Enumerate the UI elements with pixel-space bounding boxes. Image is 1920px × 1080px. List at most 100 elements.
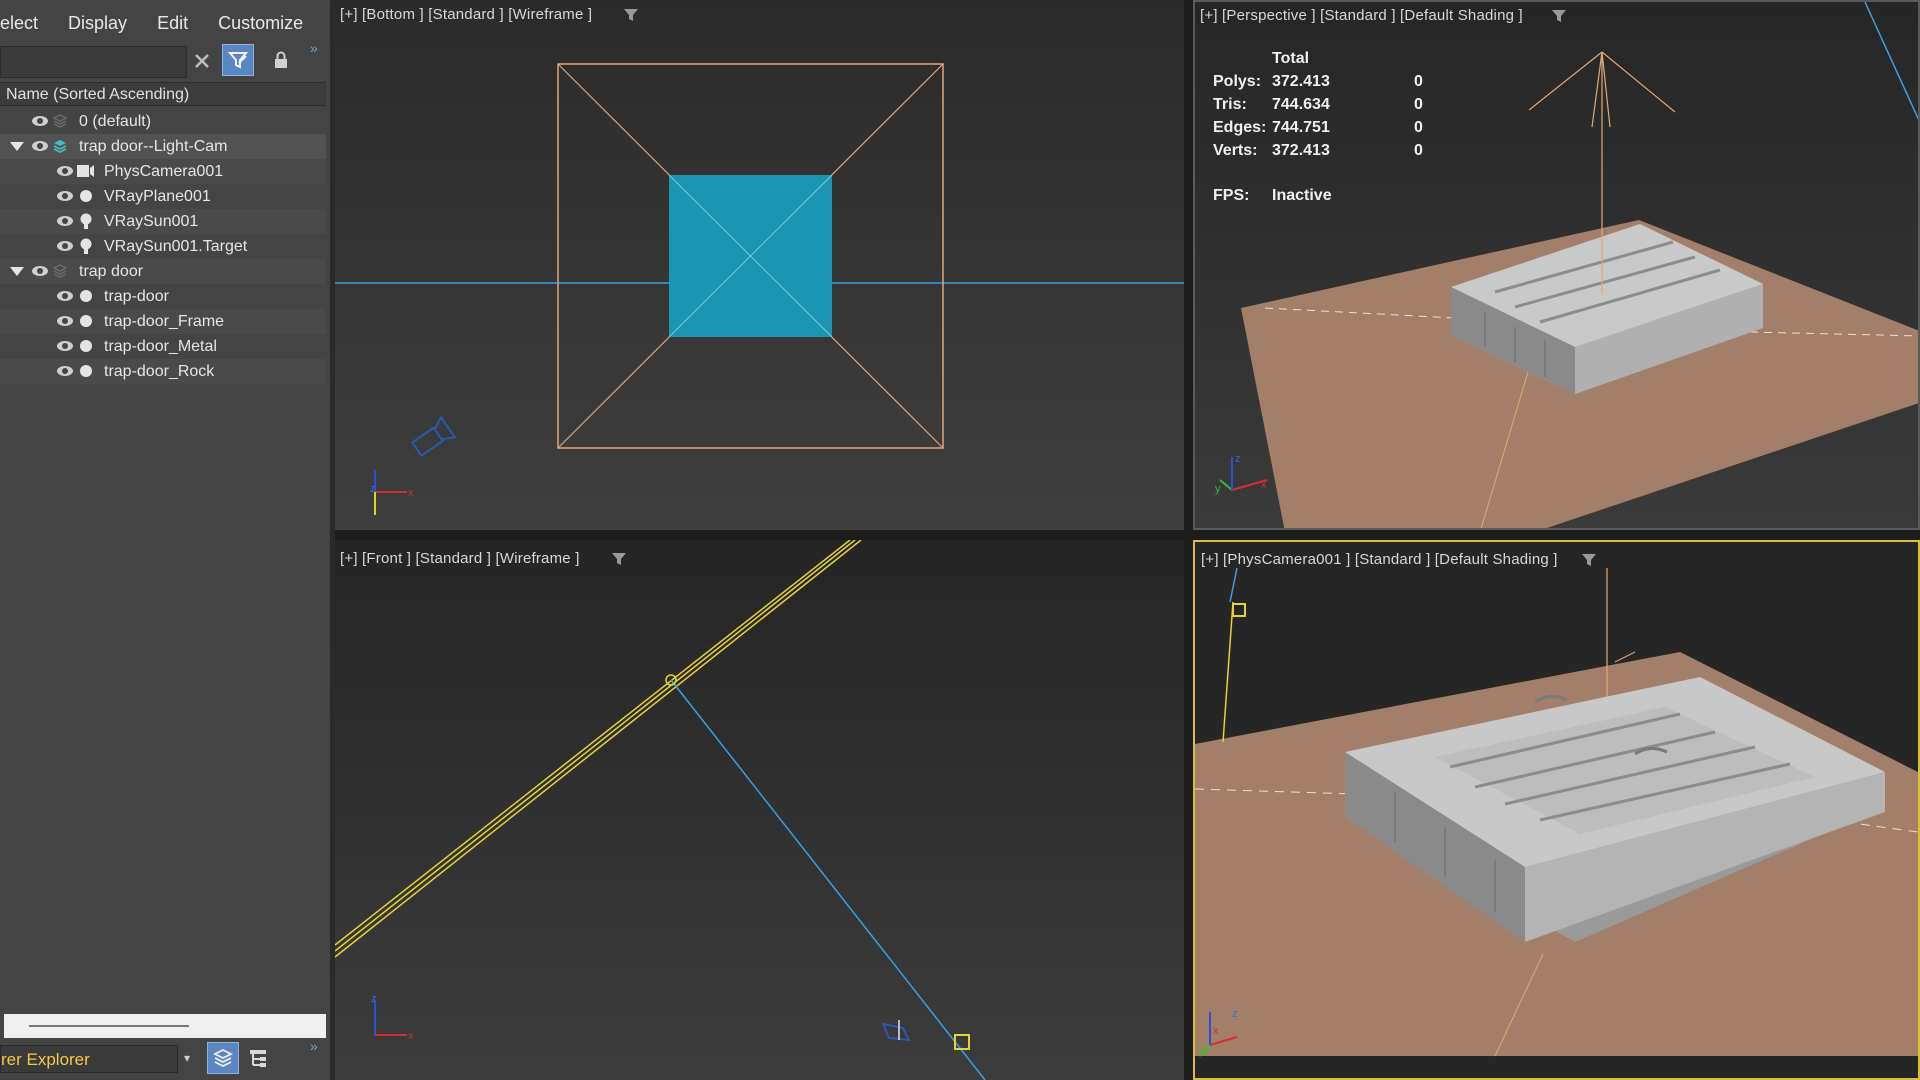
layers-icon[interactable]	[207, 1042, 239, 1074]
stats-total: 372.413	[1272, 73, 1330, 90]
geometry-icon	[80, 290, 92, 302]
scrollbar-thumb[interactable]	[29, 1025, 189, 1027]
viewport-camera[interactable]: z x y [+] [PhysCamera001 ] [Standard ] […	[1193, 540, 1920, 1080]
menu-item-display[interactable]: Display	[68, 13, 127, 34]
viewport-label[interactable]: [+] [Front ] [Standard ] [Wireframe ]	[340, 550, 580, 567]
axis-label-y: y	[1199, 1045, 1205, 1057]
lock-icon[interactable]	[265, 44, 297, 76]
menu-item-customize[interactable]: Customize	[218, 13, 303, 34]
viewport-label[interactable]: [+] [Bottom ] [Standard ] [Wireframe ]	[340, 6, 592, 23]
hierarchy-icon[interactable]	[242, 1042, 274, 1074]
viewport-bottom[interactable]: z x [+] [Bottom ] [Standard ] [Wireframe…	[335, 0, 1184, 530]
menu-item-edit[interactable]: Edit	[157, 13, 188, 34]
eye-icon[interactable]	[57, 191, 73, 201]
axis-label-x: x	[408, 487, 414, 499]
expand-icon[interactable]: »	[310, 40, 318, 56]
tree-row-vrayplane[interactable]: VRayPlane001	[0, 184, 326, 209]
close-icon[interactable]	[186, 45, 218, 77]
viewport-splitter-vertical[interactable]	[1184, 0, 1193, 1080]
tree-row-trap-door[interactable]: trap-door	[0, 284, 326, 309]
tree-row-label: trap door	[79, 263, 144, 280]
chevron-down-icon[interactable]: ▾	[184, 1051, 190, 1065]
tree-row-label: trap-door	[104, 288, 169, 305]
tree-row-label: PhysCamera001	[104, 163, 224, 180]
eye-icon[interactable]	[32, 266, 48, 276]
axis-label-z: z	[1232, 1008, 1238, 1020]
filter-icon[interactable]	[222, 44, 254, 76]
axis-label-z: z	[370, 483, 376, 495]
filter-funnel-icon[interactable]	[1581, 552, 1597, 568]
tree-row-label: trap-door_Rock	[104, 363, 215, 380]
eye-icon[interactable]	[57, 366, 73, 376]
stats-total: 744.634	[1272, 96, 1330, 113]
viewport-camera-canvas: z x y	[1195, 567, 1918, 1057]
eye-icon[interactable]	[57, 241, 73, 251]
expand-triangle-icon[interactable]	[10, 267, 24, 276]
menu-bar: elect Display Edit Customize	[0, 0, 330, 46]
stats-total: 372.413	[1272, 142, 1330, 159]
stats-label: Polys:	[1213, 73, 1262, 90]
stats-label: Edges:	[1213, 119, 1267, 136]
stats-header: Total	[1272, 50, 1310, 67]
tree-row-trap-door-rock[interactable]: trap-door_Rock	[0, 359, 326, 384]
axis-label-x: x	[408, 1030, 414, 1042]
search-input[interactable]	[0, 46, 187, 78]
filter-funnel-icon[interactable]	[611, 551, 627, 567]
tree-row-vraysun[interactable]: VRaySun001	[0, 209, 326, 234]
tree-row-layer-default[interactable]: 0 (default)	[0, 109, 326, 134]
tree-row-label: trap-door_Frame	[104, 313, 225, 330]
viewport-front[interactable]: z x [+] [Front ] [Standard ] [Wireframe …	[335, 540, 1184, 1080]
stats-selected: 0	[1414, 73, 1423, 90]
filter-funnel-icon[interactable]	[1551, 8, 1567, 24]
tree-row-trap-door-metal[interactable]: trap-door_Metal	[0, 334, 326, 359]
viewport-label[interactable]: [+] [PhysCamera001 ] [Standard ] [Defaul…	[1201, 551, 1558, 568]
viewport-front-canvas: z x	[335, 540, 986, 1080]
expand-triangle-icon[interactable]	[10, 142, 24, 151]
tree-row-label: trap-door_Metal	[104, 338, 217, 355]
viewport-perspective[interactable]: z x y [+] [Perspective ] [Standard ] [De…	[1193, 0, 1920, 530]
eye-icon[interactable]	[32, 141, 48, 151]
axis-label-z: z	[371, 993, 377, 1005]
light-bulb-icon	[80, 213, 92, 229]
tree-row-vraysun-target[interactable]: VRaySun001.Target	[0, 234, 326, 259]
stats-label: Tris:	[1213, 96, 1247, 113]
filter-funnel-icon[interactable]	[623, 7, 639, 23]
eye-icon[interactable]	[57, 316, 73, 326]
viewport-splitter-horizontal[interactable]	[335, 530, 1920, 540]
viewport-label[interactable]: [+] [Perspective ] [Standard ] [Default …	[1200, 7, 1523, 24]
eye-icon[interactable]	[57, 341, 73, 351]
stats-total: 744.751	[1272, 119, 1330, 136]
geometry-icon	[80, 190, 92, 202]
axis-label-z: z	[1235, 453, 1241, 465]
layer-icon	[53, 114, 67, 128]
tree-row-label: 0 (default)	[79, 113, 152, 130]
axis-label-x: x	[1261, 479, 1267, 491]
tree-row-layer-trap-door[interactable]: trap door	[0, 259, 326, 284]
tree-row-physcamera[interactable]: PhysCamera001	[0, 159, 326, 184]
geometry-icon	[80, 340, 92, 352]
eye-icon[interactable]	[57, 216, 73, 226]
axis-label-y: y	[1215, 483, 1221, 495]
eye-icon[interactable]	[57, 166, 73, 176]
tree-row-label: trap door--Light-Cam	[79, 138, 228, 155]
eye-icon[interactable]	[32, 116, 48, 126]
explorer-selector[interactable]: rer Explorer	[0, 1045, 178, 1073]
stats-selected: 0	[1414, 142, 1423, 159]
camera-gizmo	[410, 415, 457, 458]
camera-icon	[77, 165, 94, 177]
stats-label: Verts:	[1213, 142, 1258, 159]
tree-row-trap-door-frame[interactable]: trap-door_Frame	[0, 309, 326, 334]
expand-icon[interactable]: »	[310, 1038, 318, 1054]
layer-icon	[53, 140, 67, 153]
eye-icon[interactable]	[57, 291, 73, 301]
geometry-icon	[80, 315, 92, 327]
column-header-name[interactable]: Name (Sorted Ascending)	[0, 82, 326, 106]
sun-gizmo	[881, 1020, 911, 1042]
horizontal-scrollbar[interactable]	[4, 1014, 326, 1038]
fps-label: FPS:	[1213, 187, 1250, 204]
tree-row-label: VRayPlane001	[104, 188, 211, 205]
axis-label-x: x	[1213, 1025, 1219, 1037]
layer-icon	[53, 264, 67, 278]
menu-item-select[interactable]: elect	[0, 13, 38, 34]
tree-row-layer-light-cam[interactable]: trap door--Light-Cam	[0, 134, 326, 159]
